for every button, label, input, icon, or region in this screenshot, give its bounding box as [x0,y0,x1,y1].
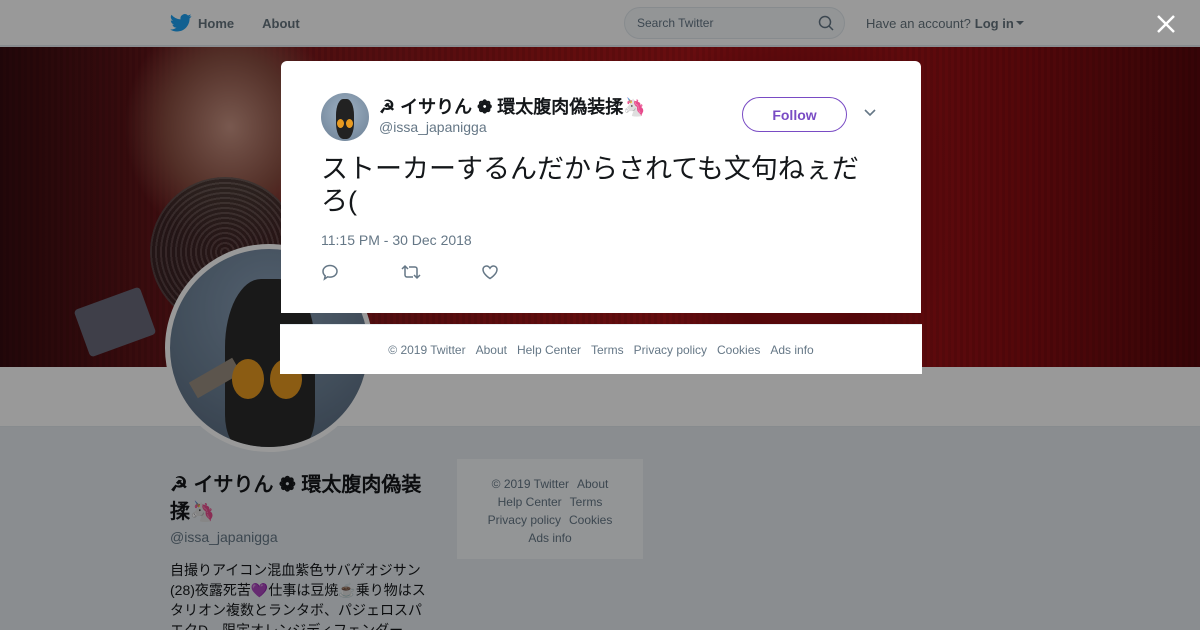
footer-cookies[interactable]: Cookies [717,343,760,357]
tweet-author-name[interactable]: ☭ イサりん ❁ 環太腹肉偽装揉🦄 [379,93,646,119]
tweet-modal: ☭ イサりん ❁ 環太腹肉偽装揉🦄 @issa_japanigga Follow… [281,61,921,313]
footer-help-center[interactable]: Help Center [517,343,581,357]
reply-button[interactable] [321,263,401,283]
tweet-avatar-chest-left [337,119,344,128]
chevron-down-icon[interactable] [863,108,877,118]
modal-footer: © 2019 Twitter About Help Center Terms P… [280,324,922,374]
tweet-author-handle[interactable]: @issa_japanigga [379,119,487,135]
tweet-text: ストーカーするんだからされても文句ねぇだろ( [321,154,859,216]
reply-icon [322,264,338,281]
follow-button[interactable]: Follow [742,97,847,132]
footer-ads-info[interactable]: Ads info [770,343,813,357]
footer-privacy[interactable]: Privacy policy [634,343,707,357]
tweet-actions [321,263,561,283]
tweet-author-avatar[interactable] [321,93,369,141]
footer-terms[interactable]: Terms [591,343,624,357]
retweet-button[interactable] [401,263,481,283]
tweet-avatar-chest-right [346,119,353,128]
close-icon[interactable] [1154,12,1178,36]
tweet-timestamp[interactable]: 11:15 PM - 30 Dec 2018 [321,232,472,248]
retweet-icon [401,264,421,280]
footer-copyright: © 2019 Twitter [388,342,466,357]
like-icon [482,265,498,280]
like-button[interactable] [481,263,561,283]
footer-about[interactable]: About [476,343,507,357]
